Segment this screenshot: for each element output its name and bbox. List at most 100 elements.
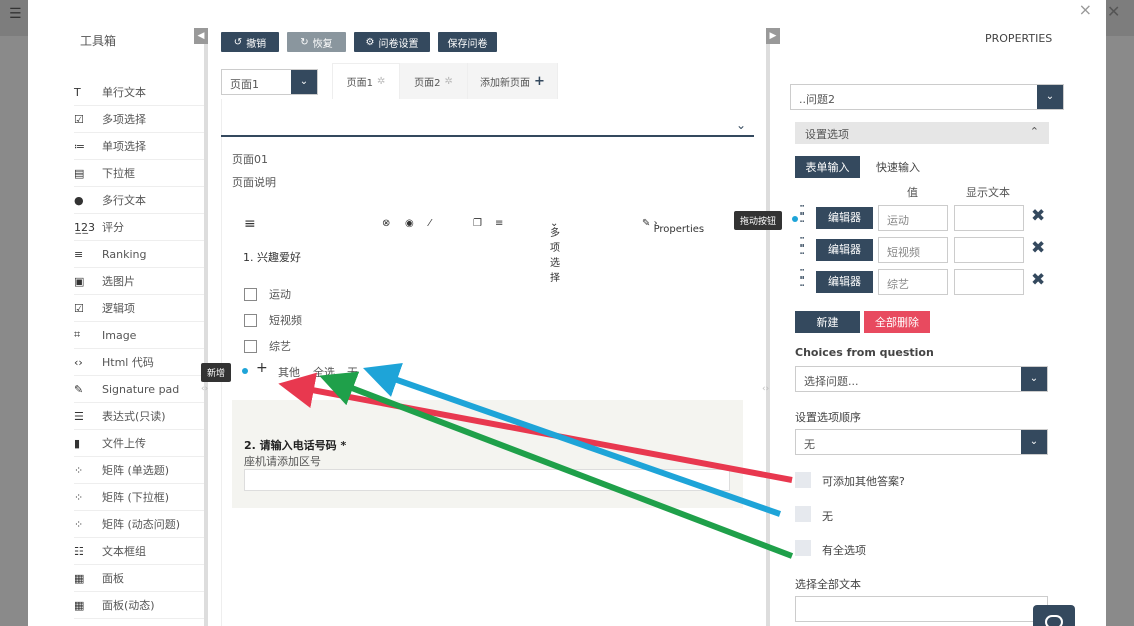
- choice-text-input[interactable]: [954, 237, 1024, 263]
- toolbox-item[interactable]: ✎ Signature pad: [74, 376, 204, 403]
- toolbox-item-icon: ≔: [74, 139, 85, 153]
- toolbox-item[interactable]: ▤ 下拉框: [74, 160, 204, 187]
- choice-text-input[interactable]: [954, 205, 1024, 231]
- add-other-link[interactable]: 其他: [278, 364, 300, 380]
- menu-icon[interactable]: ☰: [9, 6, 22, 22]
- resize-handle[interactable]: ‹›: [201, 384, 208, 394]
- chat-widget[interactable]: [1033, 605, 1075, 626]
- tab-page2[interactable]: 页面2 ✲: [400, 63, 468, 99]
- question-2[interactable]: 2. 请输入电话号码 * 座机请添加区号: [232, 400, 743, 508]
- add-page-tab[interactable]: 添加新页面 +: [468, 63, 558, 99]
- add-none-link[interactable]: 无: [347, 364, 358, 380]
- drag-handle-icon[interactable]: ⁚⁚ ⁚⁚: [799, 269, 809, 289]
- remove-icon[interactable]: ✖: [1031, 238, 1045, 258]
- collapse-properties-icon[interactable]: ▶: [766, 28, 780, 44]
- has-none-checkbox[interactable]: [795, 506, 811, 522]
- toolbox-item[interactable]: ≔ 单项选择: [74, 133, 204, 160]
- editor-button[interactable]: 编辑器: [816, 239, 873, 261]
- choice-text-input[interactable]: [954, 269, 1024, 295]
- chevron-down-icon[interactable]: ⌄: [736, 118, 746, 132]
- page-title[interactable]: 页面01: [232, 151, 268, 167]
- checkbox[interactable]: [244, 339, 257, 353]
- editor-button[interactable]: 编辑器: [816, 207, 873, 229]
- editor-button[interactable]: 编辑器: [816, 271, 873, 293]
- gear-icon[interactable]: ✲: [377, 76, 385, 87]
- choices-group-header[interactable]: 设置选项 ⌃: [795, 122, 1049, 144]
- select-all-text-input[interactable]: [795, 596, 1048, 622]
- toolbox-item[interactable]: ▦ 面板: [74, 565, 204, 592]
- remove-icon[interactable]: ✖: [1031, 206, 1045, 226]
- choice-item[interactable]: 运动: [244, 286, 291, 302]
- add-choice-button[interactable]: +: [256, 360, 268, 376]
- survey-settings-button[interactable]: ⚙ 问卷设置: [354, 32, 430, 52]
- toolbox-item[interactable]: ● 多行文本: [74, 187, 204, 214]
- gear-icon: ⚙: [365, 36, 375, 48]
- choice-value-input[interactable]: 短视频: [878, 237, 948, 263]
- tab-page1[interactable]: 页面1 ✲: [332, 63, 400, 99]
- toolbox-item-icon: ⁘: [74, 490, 84, 504]
- chevron-down-icon[interactable]: ⌄: [291, 70, 317, 94]
- choice-item[interactable]: 综艺: [244, 338, 291, 354]
- choices-from-select[interactable]: 选择问题... ⌄: [795, 366, 1048, 392]
- toolbox-item[interactable]: ⁘ 矩阵 (单选题): [74, 457, 204, 484]
- resize-handle[interactable]: ‹›: [762, 384, 769, 394]
- drag-handle-icon[interactable]: ⁚⁚ ⁚⁚: [799, 205, 809, 225]
- page-select[interactable]: 页面1 ⌄: [221, 69, 318, 95]
- add-select-all-link[interactable]: 全选: [313, 364, 335, 380]
- toolbox-item[interactable]: ☷ 文本框组: [74, 538, 204, 565]
- right-divider[interactable]: [766, 30, 770, 626]
- question-select[interactable]: ..问题2 ⌄: [790, 84, 1064, 110]
- choice-value-input[interactable]: 运动: [878, 205, 948, 231]
- choice-item[interactable]: 短视频: [244, 312, 302, 328]
- toolbox-item-label: 下拉框: [102, 167, 135, 180]
- form-input-tab[interactable]: 表单输入: [795, 156, 860, 178]
- page-collapse-bar[interactable]: ⌄: [221, 118, 754, 137]
- toolbox-item[interactable]: T 单行文本: [74, 79, 204, 106]
- toolbox-item[interactable]: 1̲2̲3 评分: [74, 214, 204, 241]
- checkbox[interactable]: [244, 287, 257, 301]
- copy-icon[interactable]: ❐: [473, 218, 482, 229]
- drag-handle-icon[interactable]: ⁚⁚ ⁚⁚: [799, 237, 809, 257]
- left-divider[interactable]: [204, 30, 208, 626]
- page-description[interactable]: 页面说明: [232, 174, 276, 190]
- toolbox-item[interactable]: ☑ 多项选择: [74, 106, 204, 133]
- question-type-dropdown[interactable]: 多项选择 ⌄: [550, 218, 560, 284]
- hamburger-icon[interactable]: ≡: [244, 216, 256, 232]
- has-select-all-checkbox[interactable]: [795, 540, 811, 556]
- chevron-down-icon[interactable]: ⌄: [1021, 367, 1047, 391]
- delete-icon[interactable]: ⊗: [382, 218, 390, 229]
- undo-button[interactable]: ↺ 撤销: [221, 32, 279, 52]
- checkbox[interactable]: [244, 313, 257, 327]
- chevron-down-icon[interactable]: ⌄: [1037, 85, 1063, 109]
- gear-icon[interactable]: ✲: [444, 76, 452, 87]
- choices-order-select[interactable]: 无 ⌄: [795, 429, 1048, 455]
- modal-close-icon[interactable]: ×: [1079, 0, 1092, 19]
- question-title[interactable]: 1. 兴趣爱好: [243, 249, 301, 265]
- redo-button[interactable]: ↻ 恢复: [287, 32, 346, 52]
- toolbox-item[interactable]: ☑ 逻辑项: [74, 295, 204, 322]
- has-other-checkbox[interactable]: [795, 472, 811, 488]
- toolbox-item[interactable]: ⁘ 矩阵 (动态问题): [74, 511, 204, 538]
- choice-value-input[interactable]: 综艺: [878, 269, 948, 295]
- phone-input[interactable]: [244, 469, 730, 491]
- toolbox-item[interactable]: ≡ Ranking: [74, 241, 204, 268]
- close-icon[interactable]: ✕: [1107, 2, 1120, 21]
- toolbox-item[interactable]: ‹› Html 代码: [74, 349, 204, 376]
- delete-all-button[interactable]: 全部删除: [864, 311, 930, 333]
- quick-input-tab[interactable]: 快速输入: [868, 156, 928, 178]
- toolbox-item[interactable]: ⁘ 矩阵 (下拉框): [74, 484, 204, 511]
- required-icon[interactable]: ⁄: [429, 218, 431, 229]
- remove-icon[interactable]: ✖: [1031, 270, 1045, 290]
- collapse-toolbox-icon[interactable]: ◀: [194, 28, 208, 44]
- toolbox-item[interactable]: ⌗ Image: [74, 322, 204, 349]
- new-choice-button[interactable]: 新建: [795, 311, 860, 333]
- toolbox-item[interactable]: ☰ 表达式(只读): [74, 403, 204, 430]
- chevron-down-icon[interactable]: ⌄: [1021, 430, 1047, 454]
- eye-icon[interactable]: ◉: [405, 218, 414, 229]
- add-to-toolbox-icon[interactable]: ≡: [495, 218, 503, 229]
- properties-link[interactable]: ✎ Properties ›: [642, 218, 704, 235]
- toolbox-item[interactable]: ▣ 选图片: [74, 268, 204, 295]
- toolbox-item[interactable]: ▮ 文件上传: [74, 430, 204, 457]
- toolbox-item[interactable]: ▦ 面板(动态): [74, 592, 204, 619]
- save-button[interactable]: 保存问卷: [438, 32, 497, 52]
